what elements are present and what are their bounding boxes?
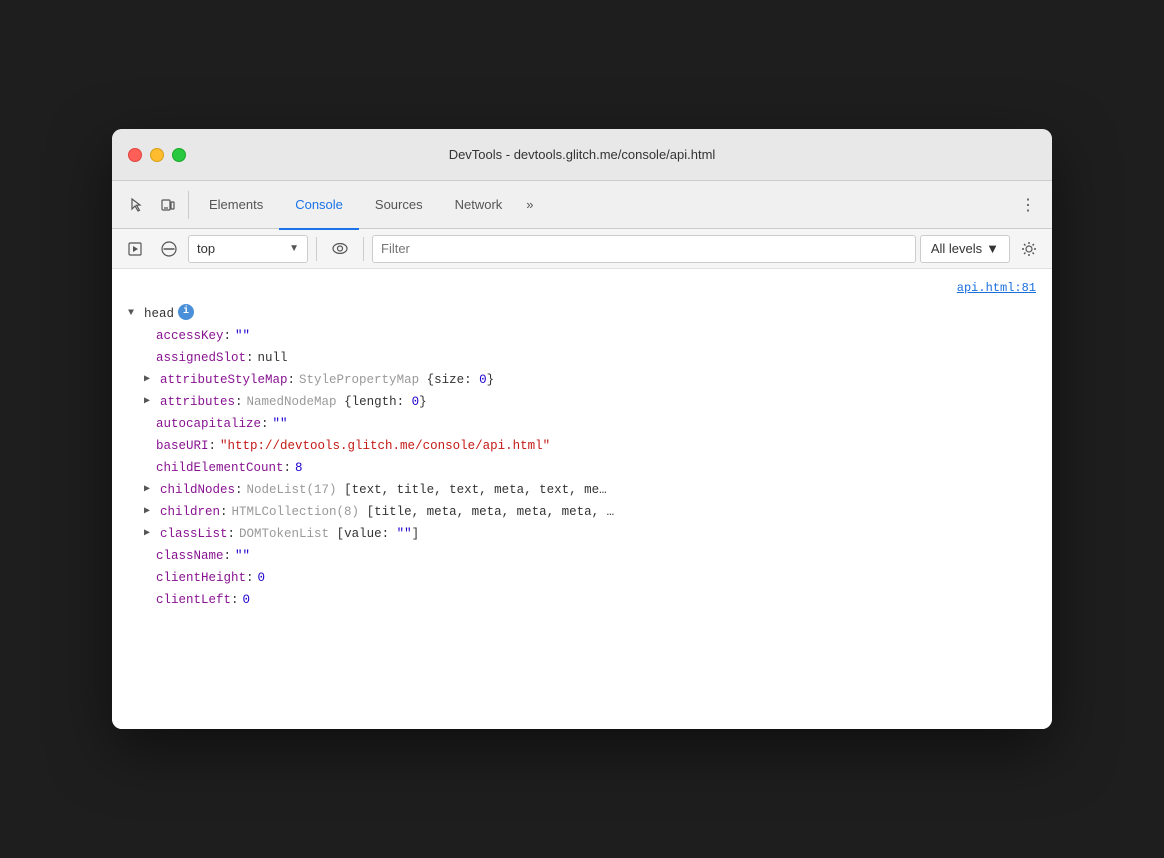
prop-expand-childNodes[interactable]: ▶ <box>144 480 156 500</box>
prop-row-childNodes[interactable]: ▶ childNodes : NodeList(17) [text, title… <box>112 479 1052 501</box>
window-title: DevTools - devtools.glitch.me/console/ap… <box>449 147 716 162</box>
prop-value-baseURI: "http://devtools.glitch.me/console/api.h… <box>220 436 550 456</box>
console-toolbar: top ▼ All levels ▼ <box>112 229 1052 269</box>
prop-value-autocapitalize: "" <box>273 414 288 434</box>
prop-value-className: "" <box>235 546 250 566</box>
log-levels-button[interactable]: All levels ▼ <box>920 235 1010 263</box>
prop-row-accessKey[interactable]: accessKey : "" <box>112 325 1052 347</box>
tab-console[interactable]: Console <box>279 182 359 230</box>
eye-button[interactable] <box>325 234 355 264</box>
tab-network[interactable]: Network <box>439 182 519 230</box>
fullscreen-button[interactable] <box>172 148 186 162</box>
filter-input[interactable] <box>381 241 907 256</box>
prop-row-children[interactable]: ▶ children : HTMLCollection(8) [title, m… <box>112 501 1052 523</box>
prop-row-childElementCount[interactable]: childElementCount : 8 <box>112 457 1052 479</box>
clear-icon <box>161 241 177 257</box>
execute-context-button[interactable] <box>120 234 150 264</box>
gear-icon <box>1021 241 1037 257</box>
head-info-icon[interactable]: i <box>178 304 194 320</box>
prop-name-accessKey: accessKey <box>156 326 224 346</box>
close-button[interactable] <box>128 148 142 162</box>
execute-icon <box>128 242 142 256</box>
inspect-element-button[interactable] <box>120 189 152 221</box>
tab-sources[interactable]: Sources <box>359 182 439 230</box>
prop-row-attributes[interactable]: ▶ attributes : NamedNodeMap {length: 0 } <box>112 391 1052 413</box>
traffic-lights <box>128 148 186 162</box>
prop-expand-attributeStyleMap[interactable]: ▶ <box>144 370 156 390</box>
prop-name-className: className <box>156 546 224 566</box>
console-settings-button[interactable] <box>1014 234 1044 264</box>
prop-name-assignedSlot: assignedSlot <box>156 348 246 368</box>
prop-expand-children[interactable]: ▶ <box>144 502 156 522</box>
prop-row-baseURI[interactable]: baseURI : "http://devtools.glitch.me/con… <box>112 435 1052 457</box>
prop-name-clientLeft: clientLeft <box>156 590 231 610</box>
file-reference[interactable]: api.html:81 <box>112 277 1052 303</box>
prop-value-assignedSlot: null <box>258 348 288 368</box>
prop-row-className[interactable]: className : "" <box>112 545 1052 567</box>
prop-row-clientHeight[interactable]: clientHeight : 0 <box>112 567 1052 589</box>
prop-row-attributeStyleMap[interactable]: ▶ attributeStyleMap : StylePropertyMap {… <box>112 369 1052 391</box>
prop-expand-attributes[interactable]: ▶ <box>144 392 156 412</box>
head-row[interactable]: ▼ head i <box>112 303 1052 325</box>
console-content: api.html:81 ▼ head i accessKey : "" assi… <box>112 269 1052 729</box>
titlebar: DevTools - devtools.glitch.me/console/ap… <box>112 129 1052 181</box>
eye-icon <box>332 243 348 254</box>
prop-name-children: children <box>160 502 220 522</box>
head-label: head <box>144 304 174 324</box>
cursor-icon <box>128 197 144 213</box>
toolbar-separator-2 <box>363 237 364 261</box>
prop-name-clientHeight: clientHeight <box>156 568 246 588</box>
minimize-button[interactable] <box>150 148 164 162</box>
prop-value-clientHeight: 0 <box>258 568 266 588</box>
prop-row-autocapitalize[interactable]: autocapitalize : "" <box>112 413 1052 435</box>
tab-elements[interactable]: Elements <box>193 182 279 230</box>
device-toolbar-button[interactable] <box>152 189 184 221</box>
levels-arrow-icon: ▼ <box>986 241 999 256</box>
prop-name-baseURI: baseURI <box>156 436 209 456</box>
prop-expand-classList[interactable]: ▶ <box>144 524 156 544</box>
more-tabs-button[interactable]: » <box>518 197 541 212</box>
head-expand-arrow[interactable]: ▼ <box>128 304 140 324</box>
prop-name-childNodes: childNodes <box>160 480 235 500</box>
toolbar-separator <box>316 237 317 261</box>
prop-value-childElementCount: 8 <box>295 458 303 478</box>
prop-name-attributeStyleMap: attributeStyleMap <box>160 370 288 390</box>
prop-row-classList[interactable]: ▶ classList : DOMTokenList [value: "" ] <box>112 523 1052 545</box>
devtools-tabs: Elements Console Sources Network » ⋮ <box>112 181 1052 229</box>
prop-name-autocapitalize: autocapitalize <box>156 414 261 434</box>
device-icon <box>160 197 176 213</box>
prop-name-attributes: attributes <box>160 392 235 412</box>
prop-value-clientLeft: 0 <box>243 590 251 610</box>
clear-console-button[interactable] <box>154 234 184 264</box>
filter-input-wrapper[interactable] <box>372 235 916 263</box>
context-selector-arrow: ▼ <box>289 243 299 254</box>
tabs-divider <box>188 191 189 219</box>
context-selector[interactable]: top ▼ <box>188 235 308 263</box>
prop-row-assignedSlot[interactable]: assignedSlot : null <box>112 347 1052 369</box>
devtools-menu-button[interactable]: ⋮ <box>1012 189 1044 221</box>
prop-row-clientLeft[interactable]: clientLeft : 0 <box>112 589 1052 611</box>
prop-name-classList: classList <box>160 524 228 544</box>
prop-value-accessKey: "" <box>235 326 250 346</box>
devtools-window: DevTools - devtools.glitch.me/console/ap… <box>112 129 1052 729</box>
prop-name-childElementCount: childElementCount <box>156 458 284 478</box>
